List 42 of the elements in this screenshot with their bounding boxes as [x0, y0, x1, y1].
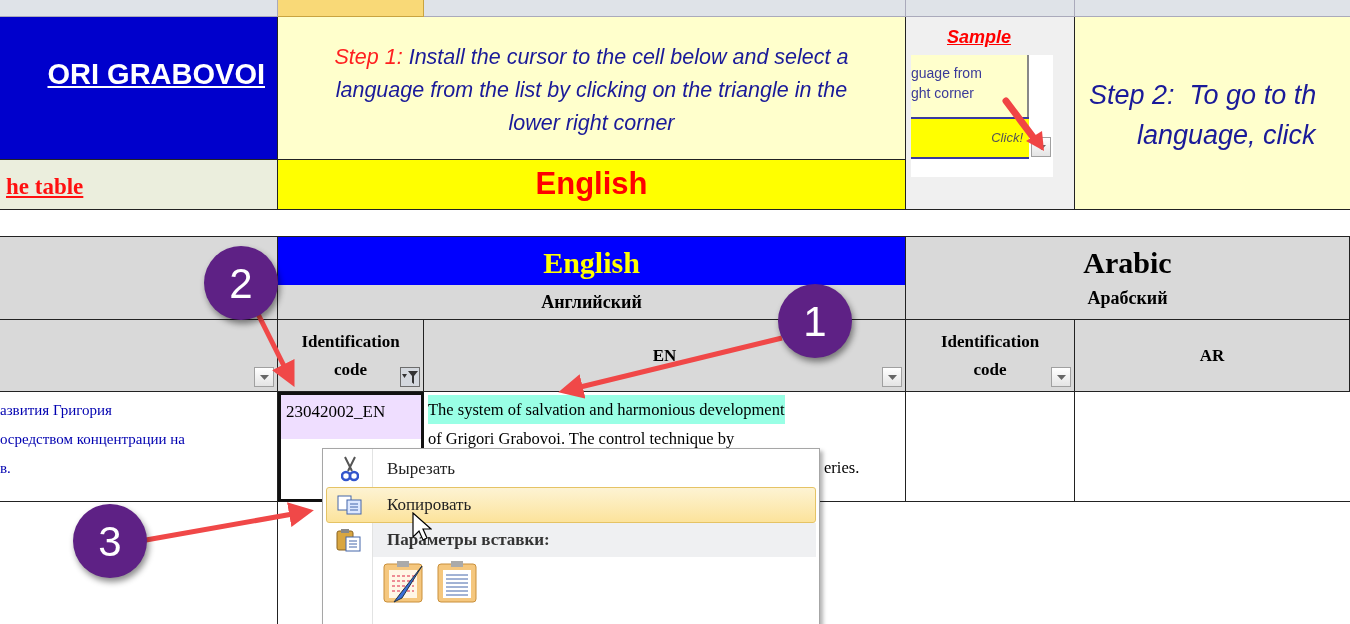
sample-title: Sample [946, 26, 1011, 49]
sample-text: ght corner [911, 84, 976, 103]
language-heading: Arabic [1083, 245, 1172, 281]
header-text: Identification code [301, 330, 400, 381]
menu-section-header: Параметры вставки: [373, 523, 816, 557]
dropdown-button[interactable] [882, 367, 902, 387]
filter-button[interactable] [400, 367, 420, 387]
sample-button-label: Click! [991, 129, 1023, 148]
step-marker: 3 [73, 504, 147, 578]
language-select[interactable]: English [278, 160, 906, 210]
dropdown-button[interactable] [1051, 367, 1071, 387]
column-letter-header[interactable] [0, 0, 278, 17]
paste-formatting-icon[interactable] [382, 560, 426, 604]
filter-icon [402, 370, 418, 384]
language-subheading: Арабский [1087, 287, 1168, 310]
step-instruction: Step 2: To go to th [1088, 79, 1318, 112]
cell-text: азвития Григория осредством концентрации на в. [0, 401, 186, 478]
header-text: Identification code [939, 330, 1041, 381]
table-cell[interactable] [906, 392, 1075, 502]
step-instruction: Step 1: Install the cursor to the cell below and select a language from the list by clicking on the triangle in the lower right corner [334, 44, 849, 137]
caret-icon [1056, 374, 1066, 380]
menu-item[interactable]: Копировать [326, 487, 816, 523]
language-heading: English [278, 237, 906, 285]
dropdown-button[interactable] [254, 367, 274, 387]
caret-icon [259, 374, 269, 380]
column-letter-header[interactable] [1075, 0, 1350, 17]
header-text: EN [652, 344, 677, 367]
cell-text: eries. [824, 457, 860, 479]
header-text: AR [1199, 344, 1225, 367]
column-letter-header[interactable] [278, 0, 424, 17]
column-letter-header[interactable] [906, 0, 1075, 17]
step-instruction: language, click [1136, 119, 1318, 152]
language-subheading: Английский [541, 290, 642, 314]
cell-text: of Grigori Grabovoi. The control technique by [428, 428, 735, 450]
cell-text: The system of salvation and harmonious development [428, 395, 785, 424]
column-letter-header[interactable] [424, 0, 906, 17]
sample-text: guage from [911, 64, 983, 83]
copy-icon [337, 495, 363, 515]
clipboard-icon [336, 528, 362, 552]
paste-values-icon[interactable] [436, 560, 480, 604]
caret-icon [887, 374, 897, 380]
scissors-icon [341, 456, 359, 482]
